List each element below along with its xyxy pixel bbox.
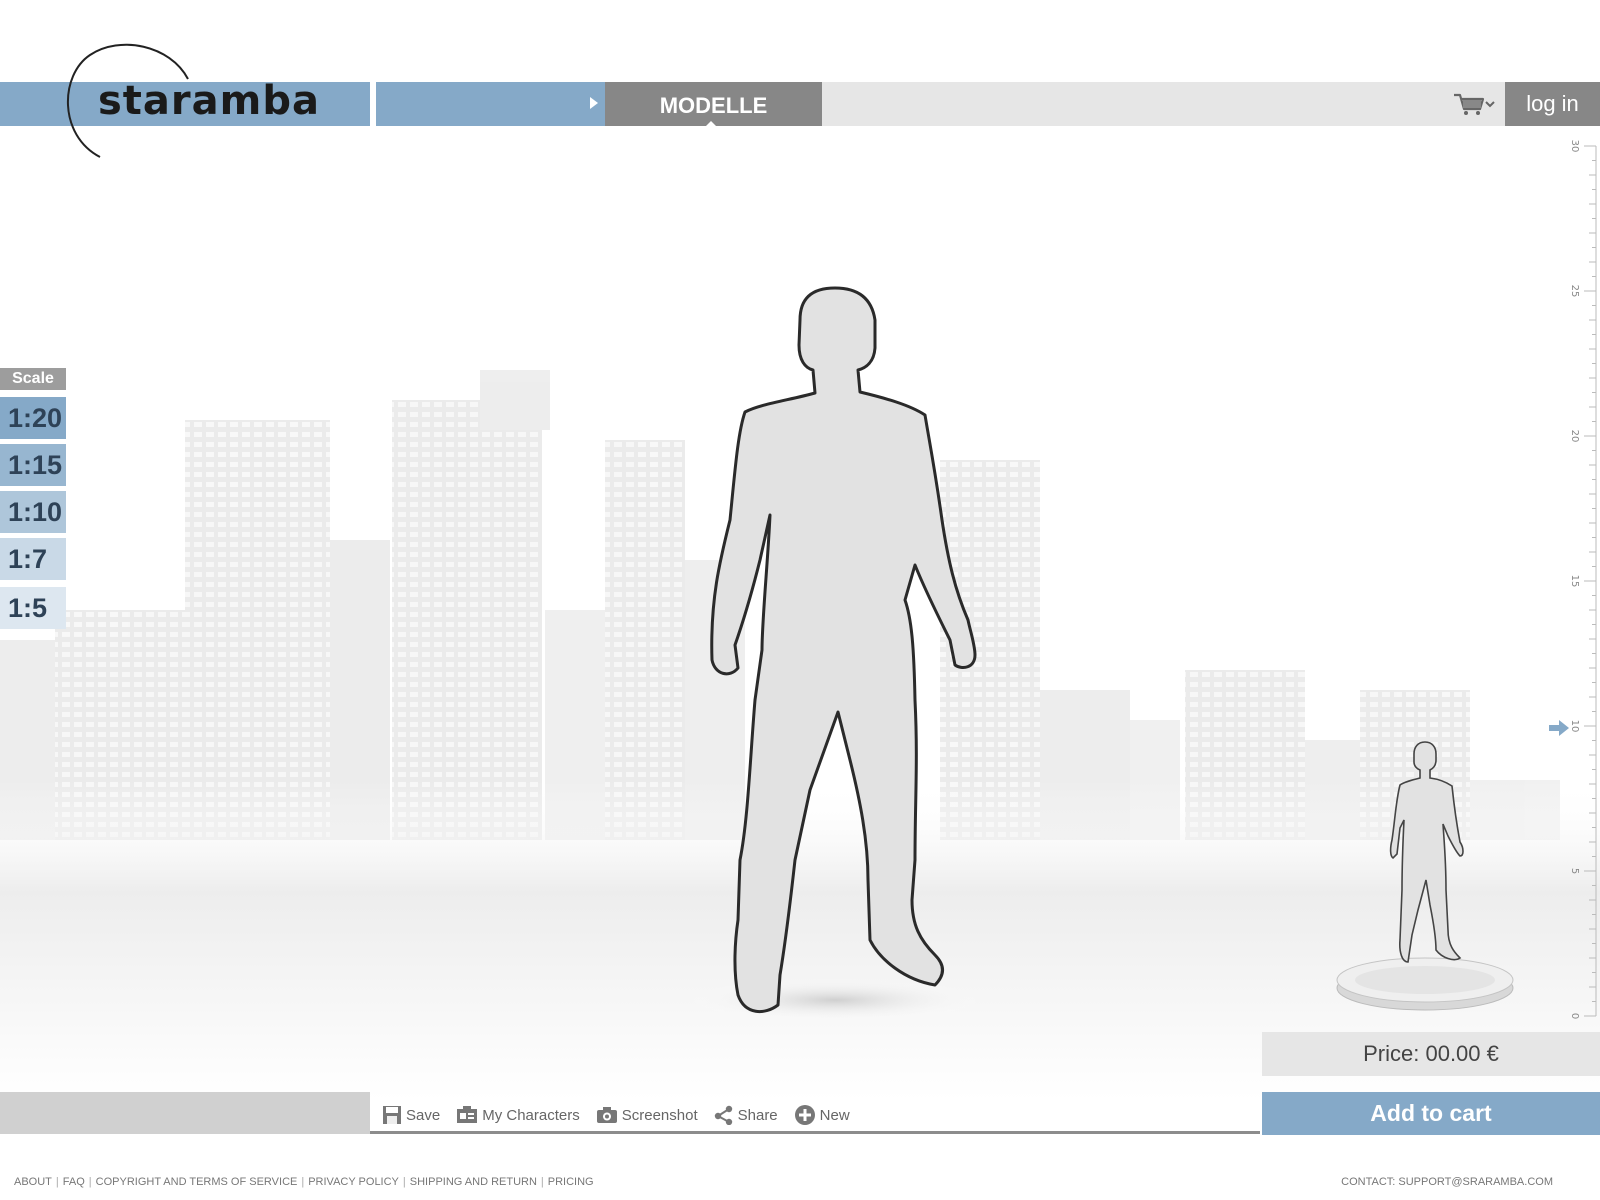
- toolbar-divider: [370, 1131, 1260, 1134]
- footer-link-shipping[interactable]: SHIPPING AND RETURN: [410, 1176, 537, 1188]
- ruler-label: 5: [1569, 868, 1580, 874]
- height-marker-arrow-icon[interactable]: [1549, 720, 1571, 736]
- nav-breadcrumb-bar[interactable]: [376, 82, 606, 126]
- footer-links: ABOUT | FAQ | COPYRIGHT AND TERMS OF SERVICE…: [14, 1176, 594, 1188]
- height-ruler: 302520151050: [1569, 140, 1597, 1019]
- new-label: New: [819, 1106, 850, 1124]
- my-characters-label: My Characters: [482, 1106, 580, 1124]
- ruler-label: 20: [1569, 430, 1580, 443]
- ruler-label: 15: [1569, 575, 1580, 588]
- my-characters-button[interactable]: My Characters: [456, 1106, 580, 1124]
- model-preview-thumbnail: [1336, 741, 1514, 1011]
- save-icon: [383, 1106, 401, 1124]
- camera-icon: [596, 1107, 617, 1123]
- scale-option-1-7[interactable]: 1:7: [0, 538, 66, 580]
- header-spacer: [822, 82, 1505, 126]
- new-button[interactable]: New: [794, 1104, 850, 1126]
- footer-link-copyright[interactable]: COPYRIGHT AND TERMS OF SERVICE: [96, 1176, 298, 1188]
- share-icon: [714, 1105, 732, 1125]
- price-display: Price: 00.00 €: [1262, 1032, 1600, 1076]
- contact-email[interactable]: CONTACT: SUPPORT@SRARAMBA.COM: [1341, 1176, 1553, 1188]
- save-label: Save: [406, 1106, 441, 1124]
- ruler-label: 0: [1569, 1013, 1580, 1019]
- screenshot-button[interactable]: Screenshot: [596, 1106, 698, 1124]
- nav-arrow-icon: [590, 97, 598, 109]
- scale-option-1-20[interactable]: 1:20: [0, 397, 66, 439]
- staramba-logo[interactable]: staramba: [98, 78, 320, 124]
- scale-option-1-15[interactable]: 1:15: [0, 444, 66, 486]
- share-button[interactable]: Share: [714, 1105, 778, 1125]
- footer-link-faq[interactable]: FAQ: [63, 1176, 85, 1188]
- save-button[interactable]: Save: [382, 1105, 440, 1125]
- ruler-label: 30: [1569, 140, 1580, 153]
- shopping-cart-icon[interactable]: [1452, 91, 1496, 117]
- id-card-icon: [457, 1106, 478, 1123]
- tab-modelle[interactable]: MODELLE: [605, 82, 822, 126]
- scale-option-1-10[interactable]: 1:10: [0, 491, 66, 533]
- footer-link-about[interactable]: ABOUT: [14, 1176, 52, 1188]
- toolbar-left-panel: [0, 1092, 370, 1134]
- share-label: Share: [737, 1106, 778, 1124]
- scale-option-1-5[interactable]: 1:5: [0, 587, 66, 629]
- footer-link-pricing[interactable]: PRICING: [548, 1176, 594, 1188]
- action-toolbar: Save My Characters Screenshot Share New: [382, 1102, 850, 1128]
- plus-circle-icon: [794, 1105, 815, 1125]
- screenshot-label: Screenshot: [621, 1106, 698, 1124]
- ruler-label: 25: [1569, 285, 1580, 298]
- login-button[interactable]: log in: [1505, 82, 1600, 126]
- add-to-cart-button[interactable]: Add to cart: [1262, 1092, 1600, 1135]
- footer-link-privacy[interactable]: PRIVACY POLICY: [308, 1176, 399, 1188]
- scale-title: Scale: [0, 368, 66, 390]
